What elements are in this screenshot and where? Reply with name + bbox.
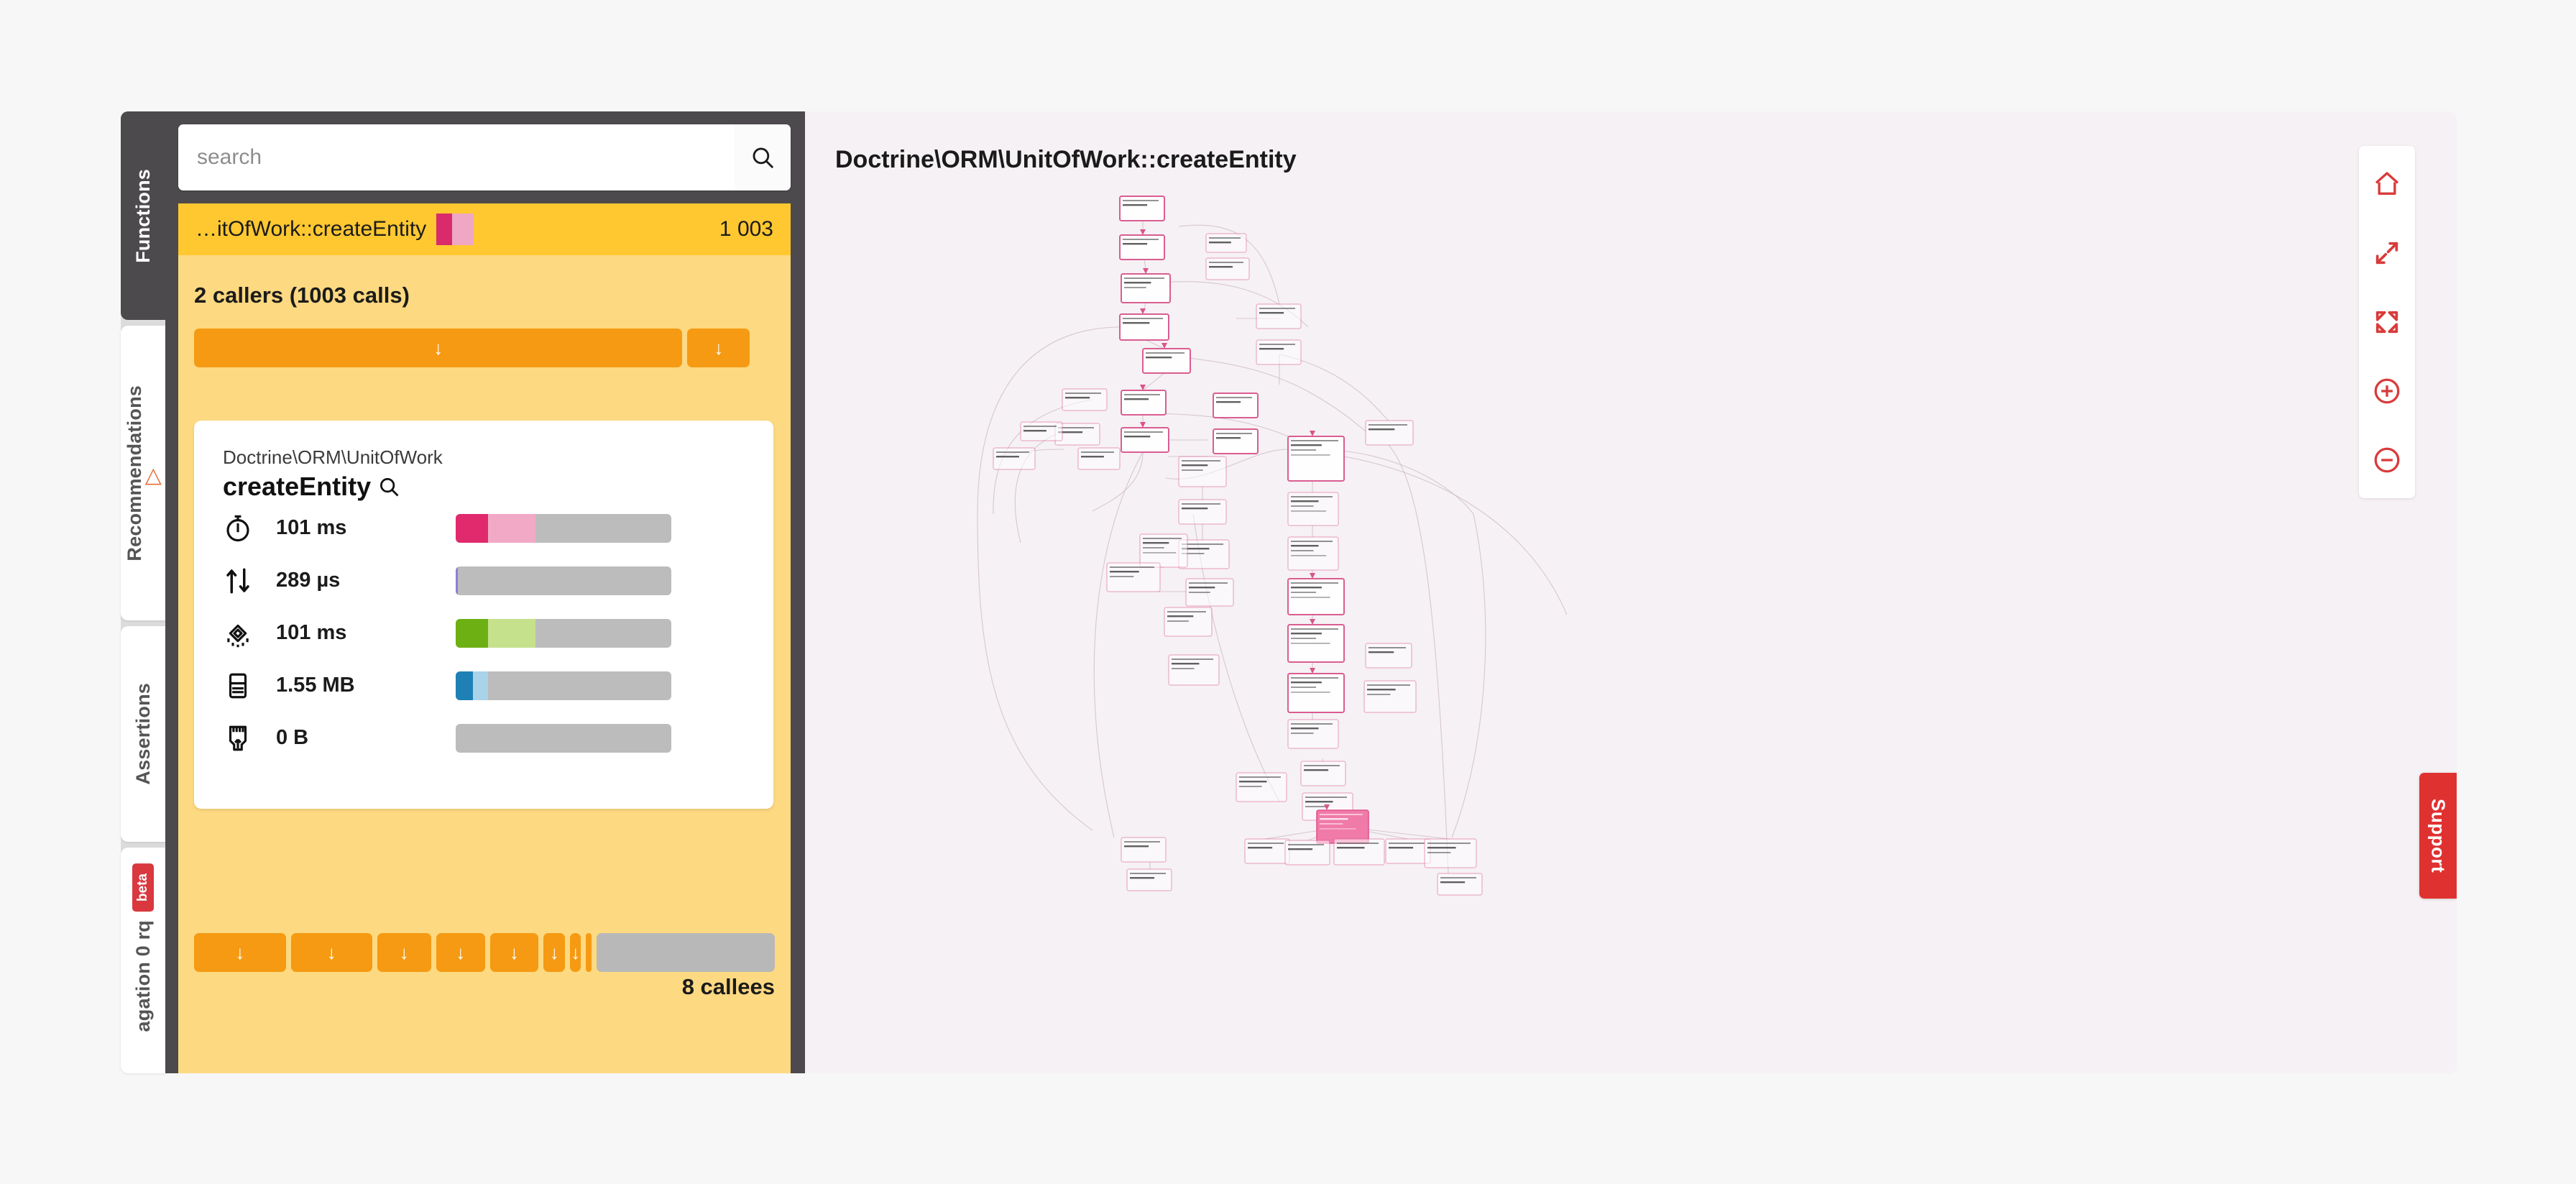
- metric-row: 0 B: [223, 712, 745, 764]
- function-detail-region: 2 callers (1003 calls) ↓ ↓ Doctrine\ORM\U…: [178, 255, 791, 1073]
- io-arrows-icon: [223, 566, 276, 596]
- function-call-count: 1 003: [719, 217, 773, 241]
- call-segment-arrow: ↓: [509, 941, 519, 963]
- functions-panel: …itOfWork::createEntity 1 003 2 callers …: [165, 111, 805, 1073]
- search-button[interactable]: [735, 124, 791, 191]
- call-segment[interactable]: ↓: [194, 329, 683, 367]
- cost-bar-light: [452, 214, 474, 245]
- call-segment[interactable]: ↓: [543, 933, 566, 972]
- metric-bar-total: [488, 618, 535, 648]
- profiler-app: Functions Recommendations ◁ Assertions b…: [121, 111, 2457, 1073]
- call-segment-arrow: ↓: [399, 941, 409, 963]
- sidebar-tab-rail: Functions Recommendations ◁ Assertions b…: [121, 111, 167, 1073]
- metric-value: 101 ms: [276, 516, 347, 539]
- callees-bar-strip: ↓ ↓ ↓ ↓ ↓ ↓ ↓: [178, 913, 791, 972]
- search-input[interactable]: [178, 145, 735, 170]
- zoom-out-icon[interactable]: [2359, 429, 2415, 491]
- cost-bar-dark: [436, 214, 453, 245]
- metric-bar-self: [456, 566, 458, 595]
- selected-function-row[interactable]: …itOfWork::createEntity 1 003: [178, 203, 791, 255]
- memory-icon: [223, 671, 276, 701]
- metric-value: 101 ms: [276, 621, 347, 644]
- zoom-in-icon[interactable]: [2359, 360, 2415, 422]
- metric-row: 101 ms: [223, 502, 745, 554]
- call-segment-arrow: ↓: [571, 941, 581, 963]
- call-segment[interactable]: ↓: [290, 933, 372, 972]
- call-segment[interactable]: [586, 933, 592, 972]
- call-segment-arrow: ↓: [433, 336, 443, 359]
- call-segment[interactable]: ↓: [436, 933, 485, 972]
- call-graph-panel: Doctrine\ORM\UnitOfWork::createEntity Su…: [805, 111, 2457, 1073]
- support-label: Support: [2427, 798, 2450, 873]
- sidebar-item-assertions[interactable]: Assertions: [121, 626, 165, 842]
- metric-rows: 101 ms 289 µs 101 ms 1.55 MB 0 B: [223, 502, 745, 764]
- metric-bar-self: [456, 618, 488, 648]
- sidebar-item-recommendations[interactable]: Recommendations ◁: [121, 326, 167, 620]
- function-short-name: createEntity: [223, 472, 372, 501]
- function-metrics-card: Doctrine\ORM\UnitOfWork createEntity 101…: [194, 421, 773, 809]
- metric-bar: [456, 566, 671, 595]
- metric-bar-self: [456, 513, 488, 543]
- expand-icon[interactable]: [2359, 222, 2415, 284]
- warning-triangle-icon: ◁: [142, 468, 167, 485]
- callees-heading: 8 callees: [681, 974, 775, 999]
- metric-bar: [456, 723, 671, 753]
- metric-bar: [456, 618, 671, 648]
- callers-heading: 2 callers (1003 calls): [194, 283, 410, 308]
- call-segment-arrow: ↓: [456, 941, 466, 963]
- function-cost-bar: [436, 214, 474, 245]
- search-icon[interactable]: [378, 476, 400, 497]
- metric-row: 1.55 MB: [223, 659, 745, 712]
- home-icon[interactable]: [2359, 153, 2415, 215]
- stopwatch-icon: [223, 513, 276, 543]
- search-icon: [753, 147, 774, 169]
- metric-row: 101 ms: [223, 607, 745, 659]
- remaining-bar: [596, 933, 775, 972]
- function-namespace: Doctrine\ORM\UnitOfWork: [223, 446, 443, 468]
- metric-row: 289 µs: [223, 554, 745, 607]
- call-segment[interactable]: ↓: [377, 933, 431, 972]
- function-name: …itOfWork::createEntity: [196, 217, 427, 241]
- network-io-icon: [223, 723, 276, 753]
- call-segment[interactable]: ↓: [489, 933, 539, 972]
- call-segment[interactable]: ↓: [570, 933, 581, 972]
- metric-value: 1.55 MB: [276, 674, 355, 697]
- call-segment-arrow: ↓: [714, 336, 724, 359]
- sidebar-item-propagation[interactable]: beta agation 0 rq: [121, 848, 165, 1073]
- sidebar-item-label: agation 0 rq: [132, 920, 154, 1032]
- call-segment-arrow: ↓: [326, 941, 336, 963]
- callers-bar-strip: ↓ ↓: [178, 308, 791, 367]
- metric-bar: [456, 513, 671, 543]
- call-segment[interactable]: ↓: [194, 933, 286, 972]
- graph-toolbar: [2359, 146, 2415, 498]
- support-tab[interactable]: Support: [2419, 773, 2457, 899]
- metric-value: 0 B: [276, 726, 309, 749]
- call-graph-canvas[interactable]: [805, 111, 2457, 1073]
- fit-screen-icon[interactable]: [2359, 291, 2415, 353]
- metric-bar-total: [473, 671, 488, 700]
- metric-bar-self: [456, 671, 473, 700]
- metric-bar: [456, 671, 671, 700]
- call-segment-arrow: ↓: [235, 941, 245, 963]
- search-bar: [178, 124, 791, 191]
- metric-value: 289 µs: [276, 569, 341, 592]
- call-segment-arrow: ↓: [549, 941, 559, 963]
- metric-bar-total: [488, 513, 535, 543]
- sidebar-item-functions[interactable]: Functions: [121, 111, 165, 320]
- beta-badge: beta: [132, 863, 154, 912]
- cpu-chip-icon: [223, 618, 276, 648]
- call-segment[interactable]: ↓: [687, 329, 750, 367]
- sidebar-item-label: Functions: [132, 168, 154, 263]
- sidebar-item-label: Assertions: [132, 683, 154, 785]
